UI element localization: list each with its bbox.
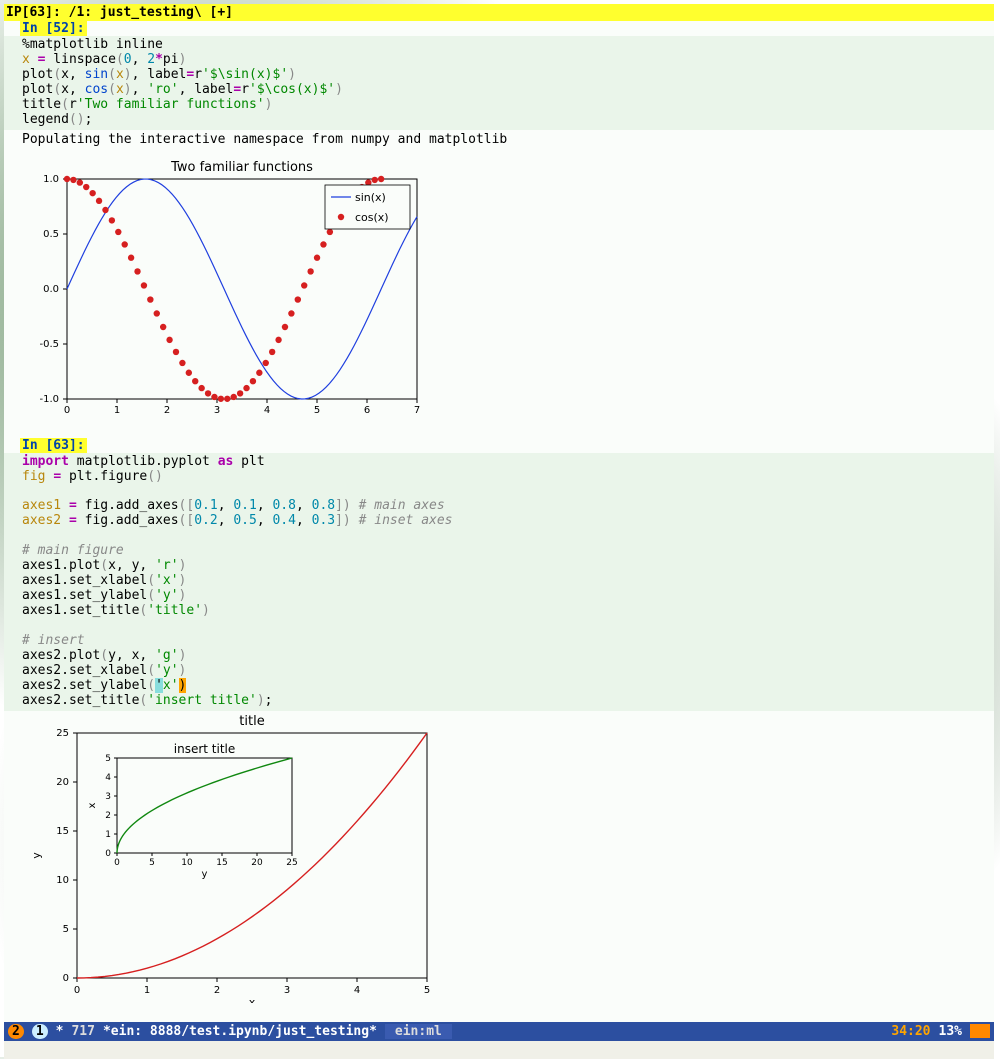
status-bar: 21 * 717 *ein: 8888/test.ipynb/just_test… (4, 1022, 994, 1041)
status-line-num: 717 (71, 1024, 94, 1039)
svg-text:5: 5 (424, 985, 430, 996)
cell-2-code[interactable]: import matplotlib.pyplot as plt fig = pl… (4, 453, 994, 711)
svg-text:1: 1 (114, 405, 120, 416)
cell-1-stdout: Populating the interactive namespace fro… (4, 130, 994, 149)
svg-text:x: x (249, 996, 256, 1003)
status-scroll-pct: 13% (939, 1024, 962, 1039)
svg-text:0: 0 (105, 849, 111, 859)
svg-text:15: 15 (216, 858, 227, 868)
svg-text:25: 25 (286, 858, 297, 868)
svg-text:0.5: 0.5 (43, 229, 59, 240)
svg-text:cos(x): cos(x) (355, 211, 389, 224)
cell-1[interactable]: In [52]: %matplotlib inline x = linspace… (4, 21, 994, 438)
svg-text:0: 0 (64, 405, 70, 416)
svg-text:2: 2 (214, 985, 220, 996)
cell-1-code[interactable]: %matplotlib inline x = linspace(0, 2*pi)… (4, 36, 994, 130)
svg-text:1.0: 1.0 (43, 174, 59, 185)
svg-text:20: 20 (56, 777, 69, 788)
svg-text:5: 5 (314, 405, 320, 416)
cell-2[interactable]: In [63]: import matplotlib.pyplot as plt… (4, 438, 994, 1022)
status-end-block (970, 1024, 990, 1038)
svg-text:-0.5: -0.5 (39, 339, 59, 350)
svg-text:4: 4 (105, 773, 111, 783)
svg-text:Two familiar functions: Two familiar functions (170, 160, 313, 175)
svg-text:10: 10 (181, 858, 193, 868)
svg-text:1: 1 (144, 985, 150, 996)
svg-text:3: 3 (284, 985, 290, 996)
svg-text:6: 6 (364, 405, 370, 416)
status-badge-2: 1 (32, 1024, 48, 1039)
cell-2-prompt: In [63]: (20, 438, 87, 453)
status-cursor-pos: 34:20 (891, 1024, 930, 1039)
chart-two-familiar-functions: Two familiar functions 0 1 2 3 4 5 6 7 -1.0 -0.5 0.… (22, 159, 422, 419)
svg-text:15: 15 (56, 826, 69, 837)
cell-1-prompt: In [52]: (20, 21, 87, 36)
status-mode: ein:ml (385, 1024, 452, 1039)
svg-text:25: 25 (56, 728, 69, 739)
svg-text:0.0: 0.0 (43, 284, 59, 295)
svg-text:5: 5 (105, 754, 111, 764)
svg-text:2: 2 (164, 405, 170, 416)
svg-text:5: 5 (149, 858, 155, 868)
magic-line: %matplotlib inline (22, 37, 163, 52)
status-buffer-name: *ein: 8888/test.ipynb/just_testing* (103, 1024, 377, 1039)
svg-text:0: 0 (74, 985, 80, 996)
title-bar: IP[63]: /1: just_testing\ [+] (4, 4, 994, 21)
svg-text:y: y (202, 869, 208, 880)
cell-2-chart-output: title0123450510152025xyinsert title05101… (4, 711, 994, 1022)
svg-text:4: 4 (264, 405, 270, 416)
status-modified-icon: * (56, 1024, 64, 1039)
svg-text:1: 1 (105, 830, 111, 840)
svg-text:2: 2 (105, 811, 111, 821)
svg-text:x: x (87, 802, 98, 808)
status-badge-1: 2 (8, 1024, 24, 1039)
minibuffer[interactable] (4, 1041, 994, 1059)
svg-text:insert title: insert title (174, 742, 236, 756)
svg-text:sin(x): sin(x) (355, 191, 386, 204)
svg-text:0: 0 (114, 858, 120, 868)
chart-title-inset: title0123450510152025xyinsert title05101… (22, 713, 442, 1003)
svg-text:y: y (30, 851, 43, 858)
svg-text:7: 7 (414, 405, 420, 416)
svg-text:5: 5 (63, 924, 69, 935)
cell-1-chart-output: Two familiar functions 0 1 2 3 4 5 6 7 -1.0 -0.5 0.… (4, 149, 994, 438)
svg-text:0: 0 (63, 973, 69, 984)
svg-text:4: 4 (354, 985, 360, 996)
editor-window: IP[63]: /1: just_testing\ [+] In [52]: %… (4, 4, 994, 1059)
svg-text:10: 10 (56, 875, 69, 886)
svg-text:title: title (239, 714, 264, 729)
svg-text:3: 3 (105, 792, 111, 802)
svg-text:3: 3 (214, 405, 220, 416)
svg-text:20: 20 (251, 858, 263, 868)
svg-text:-1.0: -1.0 (39, 394, 59, 405)
